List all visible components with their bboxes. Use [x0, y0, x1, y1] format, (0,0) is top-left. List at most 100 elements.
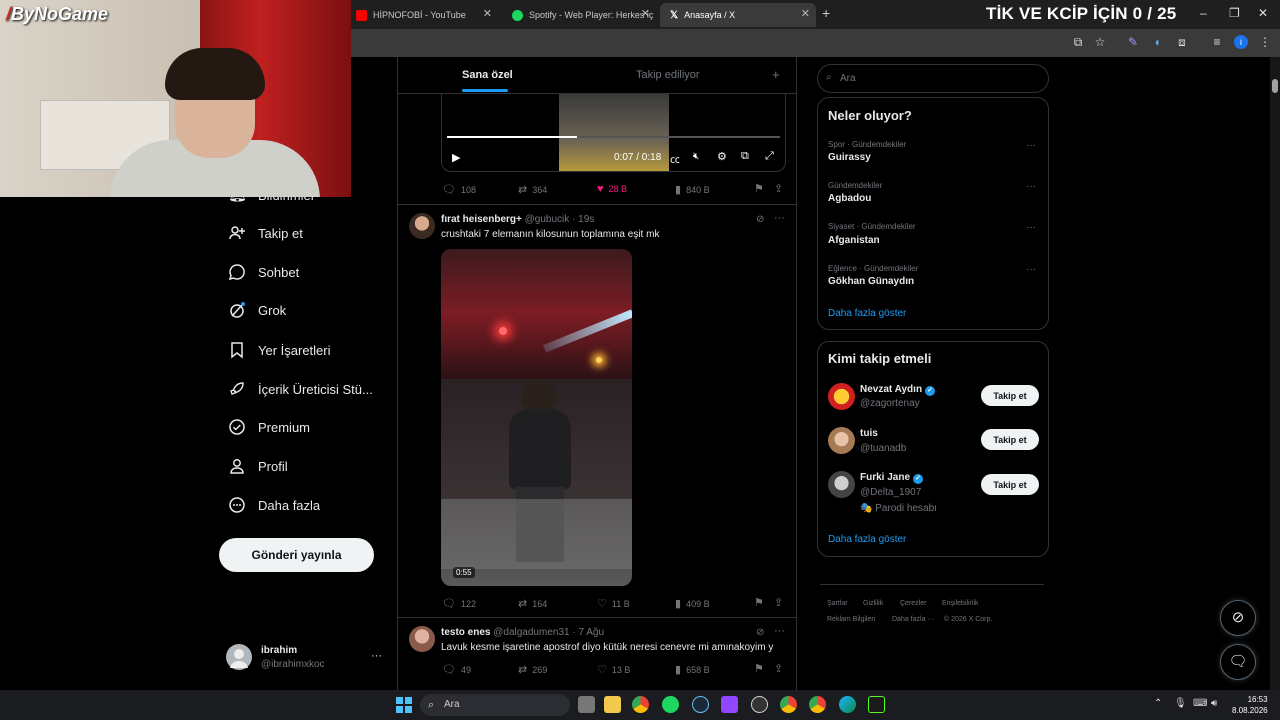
follow-button[interactable]: Takip et	[981, 385, 1039, 406]
trend-name[interactable]: Agbadou	[828, 193, 871, 204]
tab-x-home[interactable]: 𝕏 Anasayfa / X ✕	[660, 3, 816, 27]
edge-icon[interactable]	[839, 696, 856, 713]
task-view-icon[interactable]	[578, 696, 595, 713]
chrome-icon[interactable]	[632, 696, 649, 713]
post-button[interactable]: Gönderi yayınla	[219, 538, 374, 572]
profile-avatar-icon[interactable]: i	[1234, 35, 1248, 49]
views-button[interactable]: ▮ 840 B	[675, 183, 710, 196]
footer-link-accessibility[interactable]: Erişilebilirlik	[942, 600, 979, 607]
suggestion-name[interactable]: Furki Jane ✓	[860, 472, 924, 484]
bookmark-icon[interactable]: ⚑	[754, 182, 764, 195]
trend-name[interactable]: Afganistan	[828, 235, 880, 246]
minimize-button[interactable]: –	[1200, 6, 1207, 20]
account-more-icon[interactable]: ···	[371, 650, 382, 662]
settings-gear-icon[interactable]: ⚙	[717, 150, 727, 163]
new-tab-button[interactable]: +	[822, 5, 830, 21]
avatar[interactable]	[828, 427, 855, 454]
follow-button[interactable]: Takip et	[981, 474, 1039, 495]
follow-button[interactable]: Takip et	[981, 429, 1039, 450]
bookmark-star-icon[interactable]: ☆	[1093, 35, 1107, 49]
kick-icon[interactable]	[868, 696, 885, 713]
author-handle[interactable]: @gubucik	[525, 214, 570, 225]
views-button[interactable]: ▮ 409 B	[675, 597, 710, 610]
sidebar-item-premium[interactable]: Premium	[228, 416, 310, 438]
reply-button[interactable]: 🗨︎ 122	[442, 597, 476, 610]
extensions-puzzle-icon[interactable]: ⧈	[1175, 35, 1189, 49]
close-icon[interactable]: ✕	[801, 7, 810, 20]
chrome-profile-2-icon[interactable]	[809, 696, 826, 713]
avatar[interactable]	[828, 471, 855, 498]
account-switcher[interactable]: ibrahim @ibrahimxkoc ···	[226, 644, 386, 672]
fullscreen-icon[interactable]: ⤢	[765, 150, 774, 163]
scrollbar-thumb[interactable]	[1272, 79, 1278, 93]
close-window-button[interactable]: ✕	[1258, 6, 1268, 20]
install-app-icon[interactable]: ⧉	[1071, 35, 1085, 49]
video-progress-track[interactable]	[447, 136, 780, 138]
twitch-icon[interactable]	[721, 696, 738, 713]
repost-button[interactable]: ⇄ 269	[518, 663, 547, 676]
like-button[interactable]: ♡ 13 B	[597, 663, 630, 676]
steam-icon[interactable]	[692, 696, 709, 713]
trend-more-icon[interactable]: ···	[1026, 140, 1036, 151]
sidebar-item-grok[interactable]: Grok	[228, 299, 286, 321]
search-input[interactable]	[817, 64, 1049, 93]
avatar[interactable]	[409, 213, 435, 239]
reading-list-icon[interactable]: ≡	[1210, 35, 1224, 49]
sidebar-item-creator-studio[interactable]: İçerik Üreticisi Stü...	[228, 378, 373, 400]
close-icon[interactable]: ✕	[483, 7, 492, 20]
who-to-follow-show-more-link[interactable]: Daha fazla göster	[828, 534, 906, 545]
repost-button[interactable]: ⇄ 164	[518, 597, 547, 610]
trend-name[interactable]: Gökhan Günaydın	[828, 276, 914, 287]
share-icon[interactable]: ⇪	[774, 182, 783, 195]
windows-start-icon[interactable]	[396, 697, 412, 713]
share-icon[interactable]: ⇪	[774, 596, 783, 609]
volume-icon[interactable]: 🔊︎	[1211, 698, 1217, 709]
page-scrollbar[interactable]	[1270, 57, 1280, 690]
sidebar-item-more[interactable]: Daha fazla	[228, 494, 320, 516]
tab-for-you[interactable]: Sana özel	[462, 69, 513, 81]
spotify-icon[interactable]	[662, 696, 679, 713]
messages-fab-button[interactable]: 🗨︎	[1220, 644, 1256, 680]
like-button[interactable]: ♡ 11 B	[597, 597, 630, 610]
repost-button[interactable]: ⇄ 364	[518, 183, 547, 196]
close-icon[interactable]: ✕	[641, 7, 650, 20]
extension-audio-icon[interactable]: ◖	[1150, 35, 1164, 49]
sidebar-item-chat[interactable]: Sohbet	[228, 261, 299, 283]
captions-icon[interactable]: ㏄	[670, 151, 680, 166]
tab-youtube[interactable]: HİPNOFOBİ - YouTube ✕	[346, 3, 498, 27]
chrome-profile-icon[interactable]	[780, 696, 797, 713]
grok-icon[interactable]: ⊘	[756, 627, 764, 638]
trend-more-icon[interactable]: ···	[1026, 181, 1036, 192]
browser-menu-icon[interactable]: ⋮	[1258, 35, 1272, 49]
network-icon[interactable]: ⌨	[1193, 698, 1207, 709]
sidebar-item-profile[interactable]: Profil	[228, 455, 288, 477]
taskbar-clock[interactable]: 16:53 8.08.2026	[1232, 694, 1268, 716]
footer-link-more[interactable]: Daha fazla ···	[892, 616, 934, 623]
suggestion-name[interactable]: Nevzat Aydın ✓	[860, 384, 936, 396]
more-options-icon[interactable]: ···	[774, 212, 785, 224]
trend-name[interactable]: Guirassy	[828, 152, 871, 163]
reply-button[interactable]: 🗨︎ 49	[442, 663, 471, 676]
grok-icon[interactable]: ⊘	[756, 214, 764, 225]
add-tab-button[interactable]: +	[772, 67, 780, 82]
maximize-button[interactable]: ❐	[1229, 6, 1240, 20]
views-button[interactable]: ▮ 658 B	[675, 663, 710, 676]
mute-icon[interactable]: 🔇︎	[693, 151, 699, 162]
avatar[interactable]	[409, 626, 435, 652]
sidebar-item-follow[interactable]: Takip et	[228, 222, 303, 244]
avatar[interactable]	[828, 383, 855, 410]
bookmark-icon[interactable]: ⚑	[754, 596, 764, 609]
share-icon[interactable]: ⇪	[774, 662, 783, 675]
footer-link-privacy[interactable]: Gizlilik	[863, 600, 883, 607]
microphone-icon[interactable]: 🎙︎	[1174, 698, 1187, 709]
sidebar-item-bookmarks[interactable]: Yer İşaretleri	[228, 339, 331, 361]
pip-icon[interactable]: ⧉	[741, 150, 749, 163]
footer-link-cookies[interactable]: Çerezler	[900, 600, 926, 607]
reply-button[interactable]: 🗨︎ 108	[442, 183, 476, 196]
tweet-video[interactable]: 0:55	[441, 249, 632, 586]
tab-spotify[interactable]: Spotify - Web Player: Herkes iç ✕	[502, 3, 656, 27]
file-explorer-icon[interactable]	[604, 696, 621, 713]
trend-more-icon[interactable]: ···	[1026, 264, 1036, 275]
trends-show-more-link[interactable]: Daha fazla göster	[828, 308, 906, 319]
obs-icon[interactable]	[751, 696, 768, 713]
